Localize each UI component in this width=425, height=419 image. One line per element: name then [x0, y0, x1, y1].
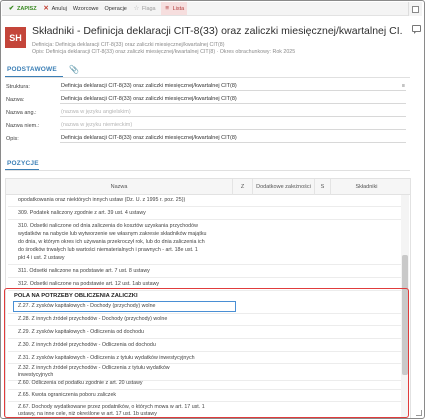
- name-de-field[interactable]: (nazwa w języku niemieckim): [60, 121, 406, 130]
- definition-line: Definicja: Definicja deklaracji CIT-8(33…: [32, 42, 225, 48]
- column-name[interactable]: Nazwa: [6, 179, 232, 195]
- name-en-field[interactable]: (nazwa w języku angielskim): [60, 108, 406, 117]
- list-icon: ≡: [165, 5, 170, 12]
- row-separator: [8, 313, 402, 314]
- group-header[interactable]: POLA NA POTRZEBY OBLICZENIA ZALICZKI: [14, 293, 138, 299]
- list-button[interactable]: ≡ Lista: [160, 2, 188, 15]
- list-item[interactable]: 312. Odsetki naliczone na podstawie art.…: [18, 281, 408, 288]
- comment-icon[interactable]: [412, 25, 421, 34]
- row-separator: [8, 277, 402, 278]
- templates-label: Wzorcowe: [72, 5, 99, 12]
- list-item[interactable]: Z.27. Z zysków kapitałowych - Dochody (p…: [18, 303, 408, 310]
- resize-grip[interactable]: [416, 410, 422, 416]
- name-label: Nazwa:: [6, 97, 25, 103]
- menu-icon[interactable]: ≡: [402, 82, 405, 90]
- list-item[interactable]: Z.29. Z zysków kapitałowych - Odliczenia…: [18, 329, 408, 336]
- save-label: ZAPISZ: [17, 5, 37, 12]
- dialog-window: ✔ ZAPISZ ✕ Anuluj Wzorcowe Operacje ☆ Fl…: [0, 0, 425, 419]
- list-item[interactable]: opodatkowania oraz niektórych innych ust…: [18, 197, 408, 204]
- close-icon: ✕: [43, 5, 49, 12]
- row-separator: [8, 325, 402, 326]
- row-separator: [8, 351, 402, 352]
- divider: [5, 77, 410, 78]
- list-item[interactable]: Z.31. Z zysków kapitałowych - Odliczenia…: [18, 355, 408, 362]
- templates-button[interactable]: Wzorcowe: [70, 3, 102, 15]
- row-separator: [8, 290, 402, 291]
- attachment-icon[interactable]: 📎: [69, 65, 79, 74]
- structure-field[interactable]: Definicja deklaracji CIT-8(33) oraz zali…: [60, 82, 406, 91]
- record-badge: SH: [5, 27, 26, 48]
- row-separator: [8, 219, 402, 220]
- list-label: Lista: [172, 5, 185, 12]
- grid-header: Nazwa Z Dodatkowe zależności S Składniki: [6, 179, 410, 195]
- vertical-scrollbar[interactable]: [401, 195, 409, 418]
- flag-button[interactable]: ☆ Flaga: [130, 3, 159, 15]
- column-dependencies[interactable]: Dodatkowe zależności: [252, 179, 314, 195]
- cancel-label: Anuluj: [51, 5, 67, 12]
- list-item: inwestycyjnych: [18, 372, 54, 378]
- structure-label: Struktura:: [6, 84, 30, 90]
- name-field[interactable]: Definicja deklaracji CIT-8(33) oraz zali…: [60, 95, 406, 104]
- tab-items[interactable]: POZYCJE: [7, 160, 39, 167]
- description-label: Opis:: [6, 136, 19, 142]
- list-item: ustawy, na inne cele, niż określone w ar…: [18, 411, 157, 417]
- list-item[interactable]: Z.60. Odliczenia od podatku zgodnie z ar…: [18, 380, 408, 387]
- column-z[interactable]: Z: [232, 179, 252, 195]
- operations-button[interactable]: Operacje: [102, 3, 130, 15]
- structure-value: Definicja deklaracji CIT-8(33) oraz zali…: [61, 83, 237, 89]
- description-field[interactable]: Definicja deklaracji CIT-8(33) oraz zali…: [60, 134, 406, 143]
- scrollbar-thumb[interactable]: [402, 255, 408, 375]
- list-item: pkt 4 i ust. 2 ustawy: [18, 255, 65, 261]
- page-title: Składniki - Definicja deklaracji CIT-8(3…: [32, 25, 402, 37]
- divider: [5, 170, 410, 171]
- column-s[interactable]: S: [314, 179, 330, 195]
- tab-basic[interactable]: PODSTAWOWE: [7, 66, 57, 73]
- name-de-label: Nazwa niem.:: [6, 123, 40, 129]
- row-separator: [8, 264, 402, 265]
- description-line: Opis: Definicja deklaracji CIT-8(33) ora…: [32, 49, 296, 55]
- select-checkbox[interactable]: [408, 2, 422, 16]
- list-item[interactable]: Z.28. Z innych źródeł przychodów - Docho…: [18, 316, 408, 323]
- list-item[interactable]: 310. Odsetki naliczone od dnia zaliczeni…: [18, 223, 408, 230]
- checkbox-icon: [412, 5, 419, 13]
- row-separator: [8, 338, 402, 339]
- cancel-button[interactable]: ✕ Anuluj: [40, 3, 70, 15]
- save-button[interactable]: ✔ ZAPISZ: [5, 3, 40, 15]
- list-item: do środków trwałych lub wartości niemate…: [18, 247, 198, 253]
- column-components[interactable]: Składniki: [330, 179, 402, 195]
- row-separator: [8, 389, 402, 390]
- operations-label: Operacje: [104, 5, 127, 12]
- star-icon: ☆: [133, 5, 140, 12]
- items-grid: Nazwa Z Dodatkowe zależności S Składniki…: [5, 178, 411, 418]
- list-item[interactable]: Z.65. Kwota ograniczenia poboru zaliczek: [18, 392, 408, 399]
- toolbar: ✔ ZAPISZ ✕ Anuluj Wzorcowe Operacje ☆ Fl…: [2, 2, 408, 16]
- flag-label: Flaga: [141, 5, 156, 12]
- list-item: wydatków na nabycie lub wytworzenie we w…: [18, 231, 207, 237]
- name-en-label: Nazwa ang.:: [6, 110, 37, 116]
- row-separator: [8, 401, 402, 402]
- row-separator: [8, 363, 402, 364]
- check-icon: ✔: [8, 5, 15, 12]
- list-item: do dnia, w którym okres ich używania prz…: [18, 239, 205, 245]
- list-item[interactable]: Z.30. Z innych źródeł przychodów - Odlic…: [18, 342, 408, 349]
- list-item[interactable]: 309. Podatek naliczony zgodnie z art. 39…: [18, 210, 408, 217]
- list-item[interactable]: 311. Odsetki naliczone na podstawie art.…: [18, 268, 408, 275]
- row-separator: [8, 206, 402, 207]
